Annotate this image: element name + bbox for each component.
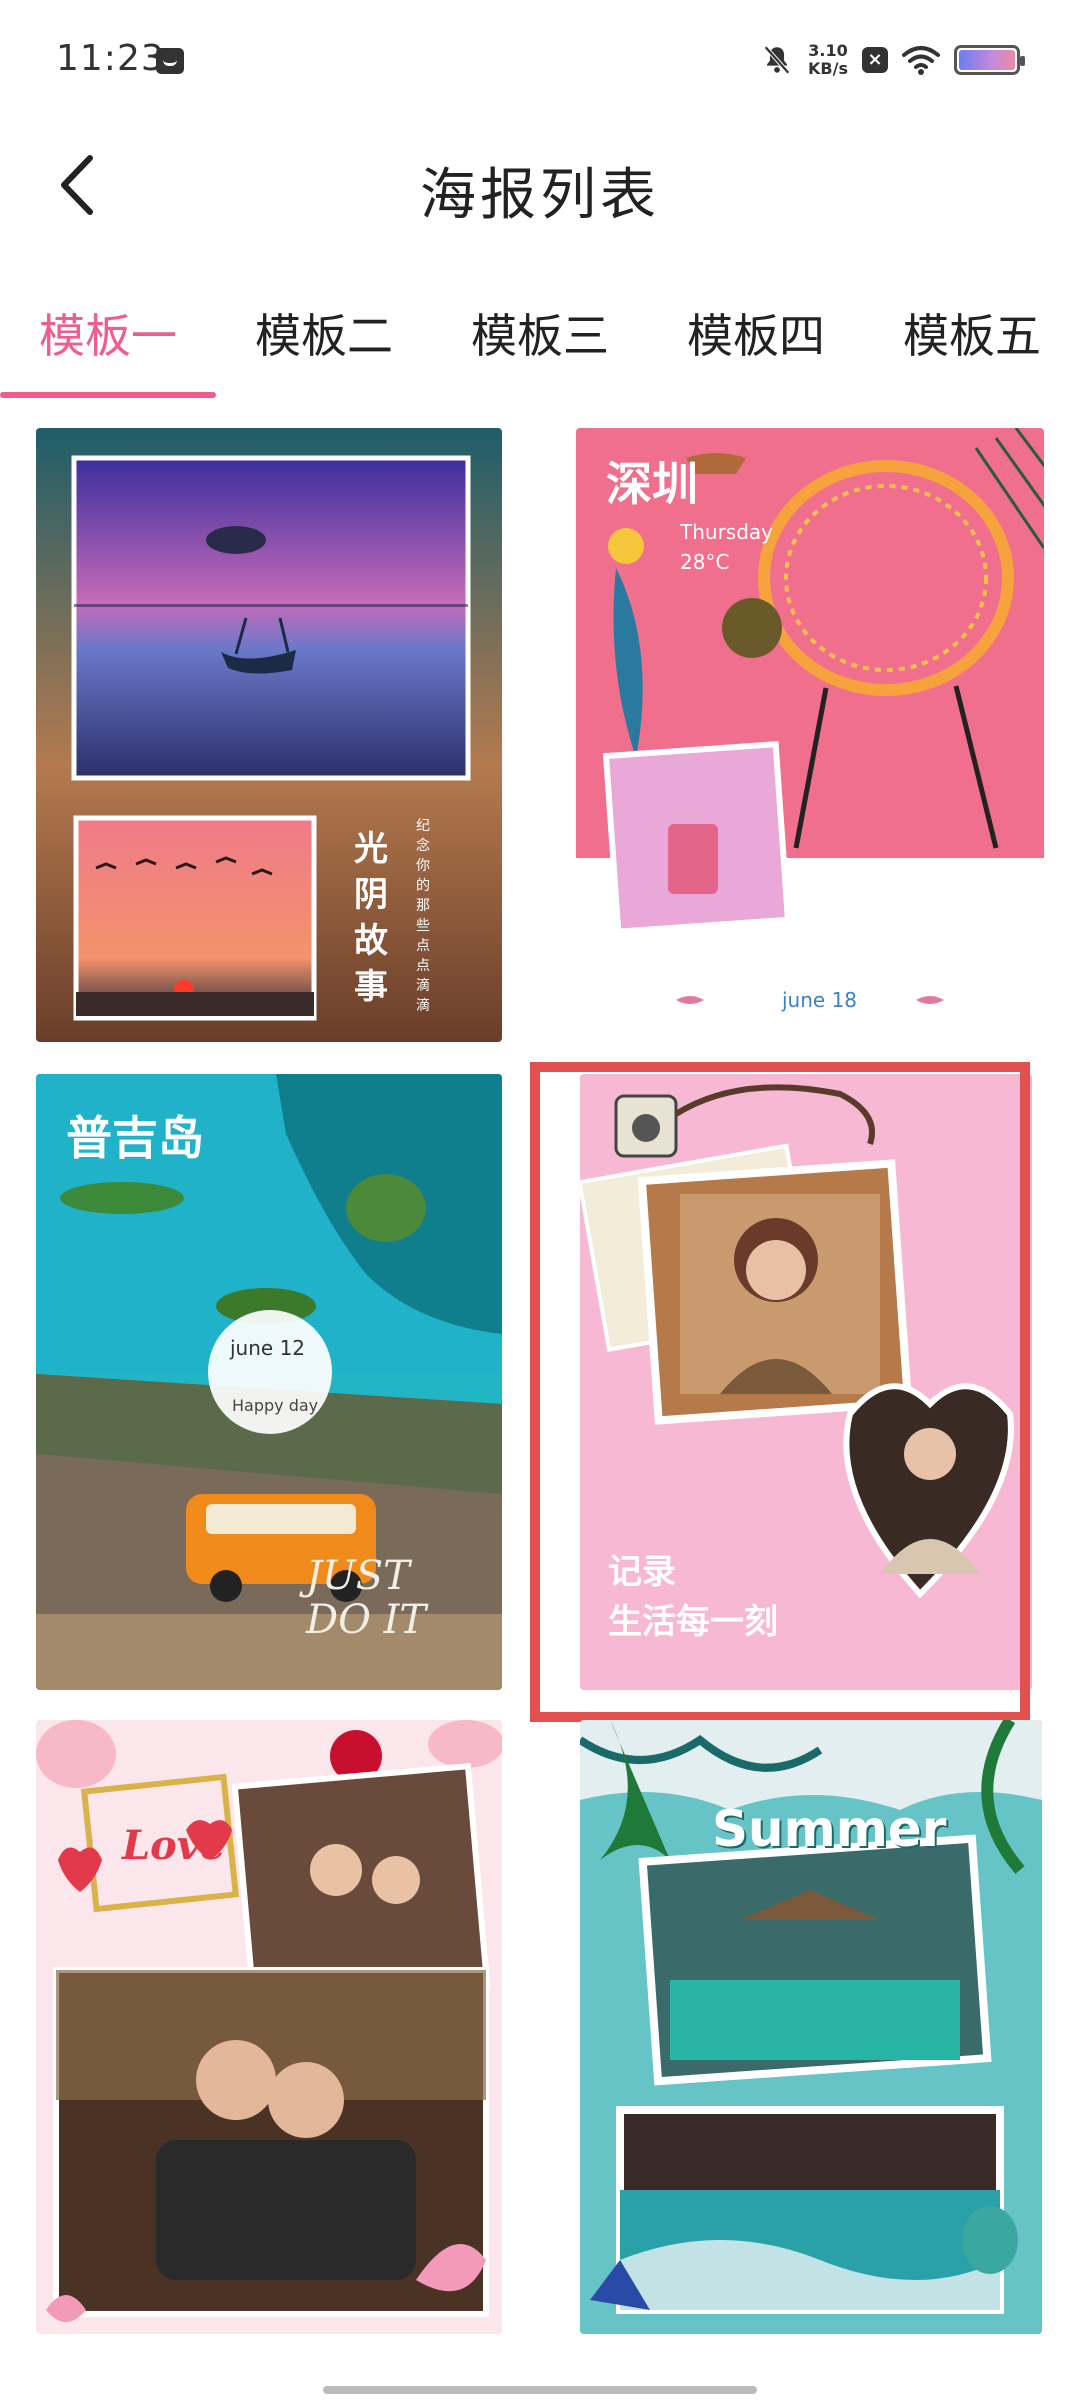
poster-sunset-vertical-note: 纪念你的那些点点滴滴	[416, 818, 430, 1014]
battery-icon	[954, 45, 1025, 75]
poster-phuket-sub: Happy day	[232, 1396, 319, 1415]
poster-shenzhen-temp: 28°C	[680, 550, 730, 574]
poster-love-art	[36, 1720, 502, 2334]
poster-shenzhen-city: 深圳	[606, 457, 698, 511]
poster-shenzhen-day: Thursday	[680, 520, 773, 544]
selection-highlight	[530, 1062, 1030, 1722]
page-title: 海报列表	[420, 163, 660, 228]
tab-template-2[interactable]: 模板二	[216, 300, 432, 366]
poster-sunset-art	[71, 455, 471, 1021]
poster-phuket-date: june 12	[230, 1336, 306, 1360]
poster-sunset-vertical-title: 光阴故事	[354, 829, 388, 1007]
tab-template-5[interactable]: 模板五	[864, 300, 1080, 366]
status-icons: 3.10 KB/s ×	[760, 38, 1025, 82]
status-bar: 11:23 3.10 KB/s ×	[0, 0, 1080, 120]
poster-shenzhen-art	[602, 428, 1044, 1004]
poster-card-sunset[interactable]: 光阴故事 纪念你的那些点点滴滴	[36, 428, 502, 1042]
status-time: 11:23	[56, 38, 165, 79]
poster-card-summer[interactable]: Summer	[580, 1720, 1042, 2334]
network-speed: 3.10 KB/s	[808, 42, 848, 78]
tab-indicator	[0, 392, 216, 398]
tab-template-3[interactable]: 模板三	[432, 300, 648, 366]
poster-phuket-script: JUST DO IT	[306, 1553, 427, 1643]
speed-value: 3.10	[808, 41, 848, 60]
bell-off-icon	[764, 45, 790, 75]
wifi-icon	[902, 46, 940, 75]
home-indicator[interactable]	[323, 2386, 757, 2394]
poster-phuket-title: 普吉岛	[66, 1111, 204, 1165]
speed-unit: KB/s	[808, 59, 848, 78]
template-tabs: 模板一 模板二 模板三 模板四 模板五	[0, 280, 1080, 400]
poster-love-script: Love	[122, 1822, 226, 1869]
poster-card-shenzhen[interactable]: 深圳 Thursday 28°C june 18	[576, 428, 1044, 1042]
poster-shenzhen-date: june 18	[782, 988, 858, 1012]
close-box-icon: ×	[862, 47, 888, 73]
message-icon	[156, 48, 184, 74]
poster-summer-title: Summer	[712, 1800, 947, 1858]
poster-card-love[interactable]: Love	[36, 1720, 502, 2334]
poster-card-phuket[interactable]: 普吉岛 june 12 Happy day JUST DO IT	[36, 1074, 502, 1690]
header: 海报列表	[0, 120, 1080, 250]
tab-template-1[interactable]: 模板一	[0, 300, 216, 366]
tab-template-4[interactable]: 模板四	[648, 300, 864, 366]
